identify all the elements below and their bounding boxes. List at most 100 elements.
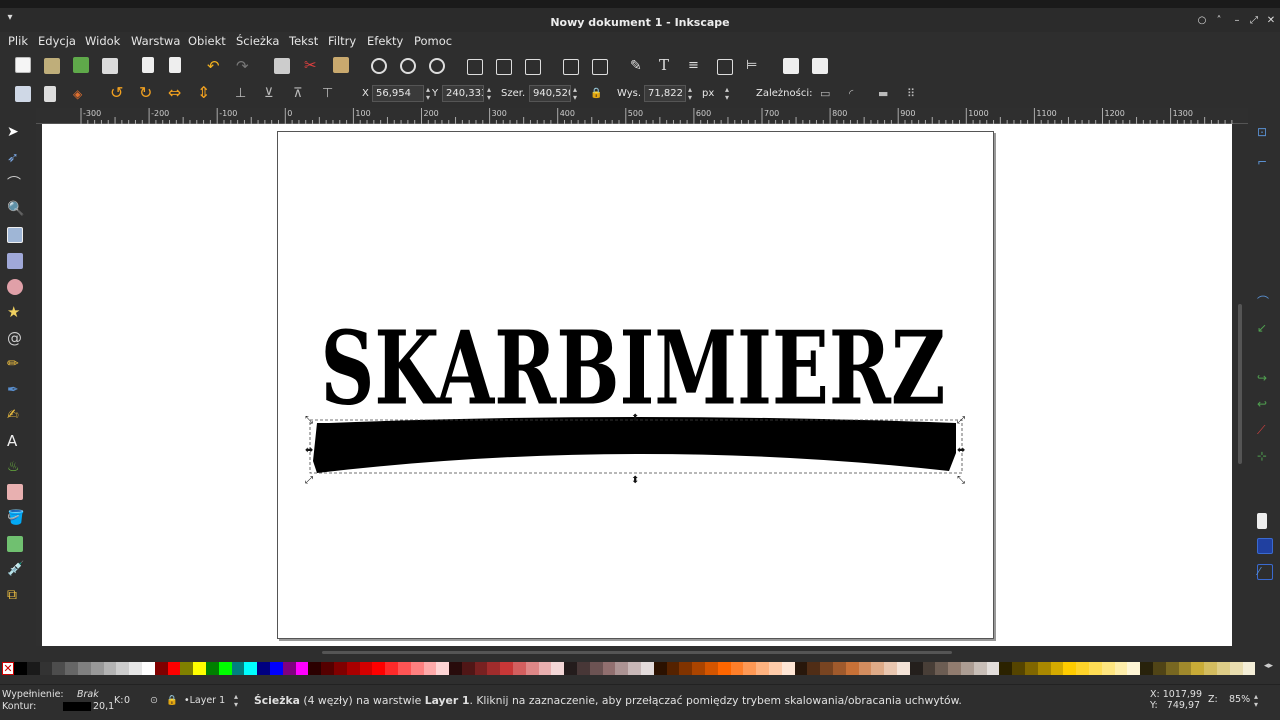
palette-swatch[interactable] [884, 662, 897, 675]
width-spin-icon[interactable]: ▴ ▾ [573, 86, 577, 102]
palette-swatch[interactable] [1088, 662, 1102, 675]
export-icon[interactable] [169, 57, 181, 73]
preferences-icon[interactable] [812, 58, 828, 74]
palette-swatch[interactable] [679, 662, 693, 675]
snap-cusp-icon[interactable]: ↪ [1257, 370, 1273, 386]
shade-icon[interactable]: ˄ [1212, 15, 1226, 26]
x-field[interactable]: 56,954 [372, 85, 424, 102]
palette-swatch[interactable] [1076, 662, 1089, 675]
palette-swatch[interactable] [1127, 662, 1141, 675]
horizontal-scrollbar[interactable] [42, 646, 1248, 658]
lower-icon[interactable]: ⊻ [264, 86, 280, 102]
palette-swatch[interactable] [705, 662, 718, 675]
y-field[interactable]: 240,333 [442, 85, 484, 102]
palette-swatch[interactable] [154, 662, 168, 675]
palette-swatch[interactable] [513, 662, 526, 675]
horizontal-scroll-thumb[interactable] [322, 651, 952, 654]
skarbimierz-text[interactable]: SKARBIMIERZ [321, 309, 946, 428]
menu-edycja[interactable]: Edycja [38, 34, 76, 48]
scale-corners-icon[interactable]: ◜ [849, 87, 865, 103]
palette-swatch[interactable] [833, 662, 846, 675]
palette-swatch[interactable] [1050, 662, 1064, 675]
pencil-tool-icon[interactable]: ✏ [7, 356, 23, 372]
palette-swatch[interactable] [282, 662, 296, 675]
palette-swatch[interactable] [231, 662, 245, 675]
unit-select[interactable]: px [702, 88, 714, 99]
palette-swatch[interactable] [973, 662, 987, 675]
palette-swatch[interactable] [180, 662, 194, 675]
select-all-icon[interactable] [15, 86, 31, 102]
banner-path[interactable] [313, 417, 956, 473]
vertical-scrollbar[interactable] [1232, 124, 1248, 646]
palette-swatch[interactable] [1024, 662, 1038, 675]
palette-swatch[interactable] [500, 662, 514, 675]
menu-pomoc[interactable]: Pomoc [414, 34, 452, 48]
lower-to-bottom-icon[interactable]: ⊥ [235, 86, 251, 102]
stroke-swatch[interactable] [63, 702, 91, 711]
3d-box-tool-icon[interactable] [7, 253, 23, 269]
spray-tool-icon[interactable]: ♨ [7, 459, 23, 475]
stroke-width[interactable]: 20,1 [93, 701, 114, 712]
palette-swatch[interactable] [1152, 662, 1166, 675]
x-spin-icon[interactable]: ▴ ▾ [426, 86, 430, 102]
palette-swatch[interactable] [525, 662, 539, 675]
import-icon[interactable] [142, 57, 154, 73]
layer-dropdown-icon[interactable]: ▴ ▾ [234, 693, 238, 709]
gradient-tool-icon[interactable] [7, 536, 23, 552]
palette-swatch[interactable] [1242, 662, 1256, 675]
palette-swatch[interactable] [385, 662, 398, 675]
pen-tool-icon[interactable]: ✒ [7, 382, 23, 398]
palette-swatch[interactable] [820, 662, 833, 675]
palette-swatch[interactable] [948, 662, 961, 675]
vertical-scroll-thumb[interactable] [1238, 304, 1242, 464]
text-tool-icon[interactable]: A [7, 433, 23, 449]
width-field[interactable]: 940,520 [529, 85, 571, 102]
palette-swatch[interactable] [871, 662, 885, 675]
menu-warstwa[interactable]: Warstwa [131, 34, 180, 48]
menu-filtry[interactable]: Filtry [328, 34, 356, 48]
palette-swatch[interactable] [628, 662, 642, 675]
palette-swatch[interactable] [359, 662, 373, 675]
palette-swatch[interactable] [269, 662, 283, 675]
palette-swatch[interactable] [781, 662, 795, 675]
flip-vertical-icon[interactable]: ⇕ [197, 85, 213, 101]
eraser-tool-icon[interactable] [7, 484, 23, 500]
palette-swatch[interactable] [602, 662, 616, 675]
palette-swatch[interactable] [551, 662, 565, 675]
flip-horizontal-icon[interactable]: ⇔ [168, 85, 184, 101]
palette-swatch[interactable] [244, 662, 258, 675]
transform-patterns-icon[interactable]: ⠿ [907, 87, 923, 103]
palette-swatch[interactable] [129, 662, 142, 675]
artwork-layer[interactable]: SKARBIMIERZ ⤡ ⤢ ⤢ ⤡ ⬌ ⬌ ⬍ ⬍ [277, 131, 994, 639]
palette-swatch[interactable] [116, 662, 130, 675]
palette-swatch[interactable] [909, 662, 923, 675]
minimize-icon[interactable]: – [1230, 15, 1244, 26]
palette-swatch[interactable] [308, 662, 322, 675]
cut-icon[interactable]: ✂ [304, 57, 320, 73]
connector-tool-icon[interactable]: ⧉ [7, 587, 23, 603]
menu-plik[interactable]: Plik [8, 34, 28, 48]
redo-icon[interactable]: ↷ [236, 58, 252, 74]
menu-efekty[interactable]: Efekty [367, 34, 403, 48]
palette-swatch[interactable] [1012, 662, 1025, 675]
new-document-icon[interactable] [15, 57, 31, 73]
zoom-selection-icon[interactable] [371, 58, 387, 74]
palette-swatch[interactable] [436, 662, 450, 675]
palette-swatch[interactable] [858, 662, 872, 675]
palette-swatch[interactable] [372, 662, 386, 675]
snap-nodes-icon[interactable]: ⌒ [1257, 294, 1273, 310]
zoom-tool-icon[interactable]: 🔍 [7, 201, 24, 217]
layer-select[interactable]: •Layer 1 [184, 695, 225, 706]
palette-swatch[interactable] [1178, 662, 1192, 675]
palette-swatch[interactable] [14, 662, 27, 675]
lock-layer-icon[interactable]: 🔒 [166, 695, 178, 706]
palette-swatch[interactable] [423, 662, 437, 675]
palette-swatch[interactable] [1229, 662, 1243, 675]
palette-swatch[interactable] [90, 662, 104, 675]
snap-center-icon[interactable]: ⊹ [1257, 448, 1273, 464]
palette-swatch[interactable] [615, 662, 629, 675]
layers-icon[interactable]: ≡ [688, 58, 704, 74]
snap-page-icon[interactable] [1257, 513, 1267, 529]
palette-swatch[interactable] [474, 662, 488, 675]
palette-swatch[interactable] [756, 662, 770, 675]
